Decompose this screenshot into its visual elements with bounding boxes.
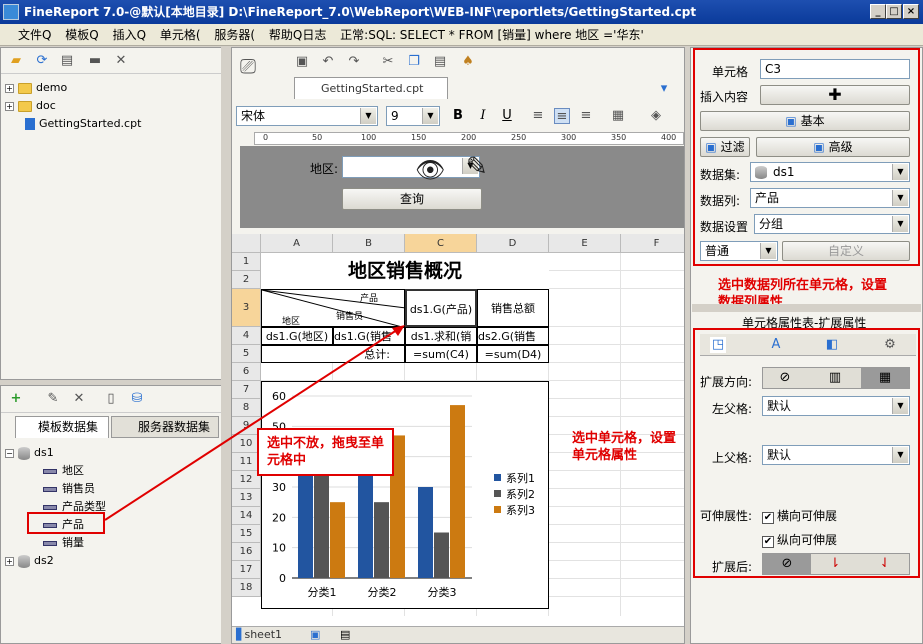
drag-arrow [104, 327, 401, 521]
arrow-overlay [104, 325, 405, 521]
arrow-head [392, 325, 405, 336]
